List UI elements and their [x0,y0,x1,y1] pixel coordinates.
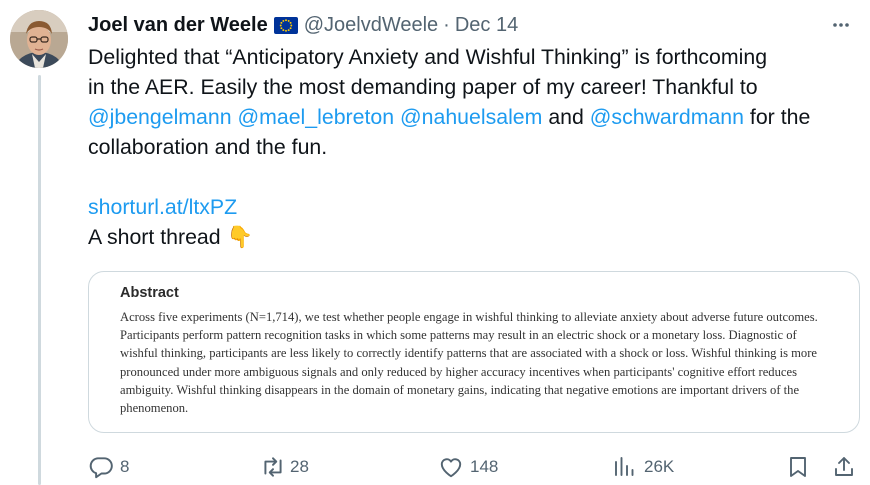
eu-flag-icon [273,16,298,34]
tweet-date[interactable]: Dec 14 [455,14,518,37]
mention-nahuelsalem[interactable]: @nahuelsalem [400,105,542,129]
author-handle[interactable]: @JoelvdWeele [304,14,438,37]
more-icon[interactable] [826,10,856,40]
bookmark-icon [786,454,810,480]
retweet-count: 28 [290,457,309,476]
attached-image[interactable]: Abstract Across five experiments (N=1,71… [88,271,860,433]
body-line-3-tail: for the [749,105,811,129]
action-bar: 8 28 148 26K [88,452,856,482]
body-line-2: in the AER. Easily the most demanding pa… [88,75,758,99]
views-icon [612,455,636,479]
body-line-4: collaboration and the fun. [88,135,328,159]
reply-button[interactable]: 8 [88,452,129,482]
author-name[interactable]: Joel van der Weele [88,14,268,37]
retweet-button[interactable]: 28 [260,452,309,482]
tweet-link[interactable]: shorturl.at/ltxPZ [88,195,237,219]
like-count: 148 [470,457,499,476]
body-and: and [548,105,584,129]
abstract-text: Across five experiments (N=1,714), we te… [120,310,818,416]
separator-dot: · [443,13,450,36]
mention-mael-lebreton[interactable]: @mael_lebreton [238,105,395,129]
retweet-icon [260,454,286,480]
body-line-1: Delighted that “Anticipatory Anxiety and… [88,45,768,69]
thread-line [38,75,41,485]
backhand-index-down-emoji: 👇 [226,225,254,249]
tweet-text: Delighted that “Anticipatory Anxiety and… [88,42,864,252]
reply-count: 8 [120,457,130,476]
share-button[interactable] [832,452,856,482]
abstract-title: Abstract [120,285,179,301]
mention-schwardmann[interactable]: @schwardmann [590,105,744,129]
reply-icon [88,454,114,480]
share-icon [832,454,856,480]
mention-jbengelmann[interactable]: @jbengelmann [88,105,232,129]
like-button[interactable]: 148 [438,452,498,482]
bookmark-button[interactable] [786,452,810,482]
avatar-photo [10,10,68,68]
avatar[interactable] [10,10,68,68]
tweet-header: Joel van der Weele @JoelvdWeele · Dec 14 [88,10,856,40]
like-icon [438,454,464,480]
views-button[interactable]: 26K [612,452,674,482]
views-count: 26K [644,457,675,476]
thread-label: A short thread [88,225,221,249]
